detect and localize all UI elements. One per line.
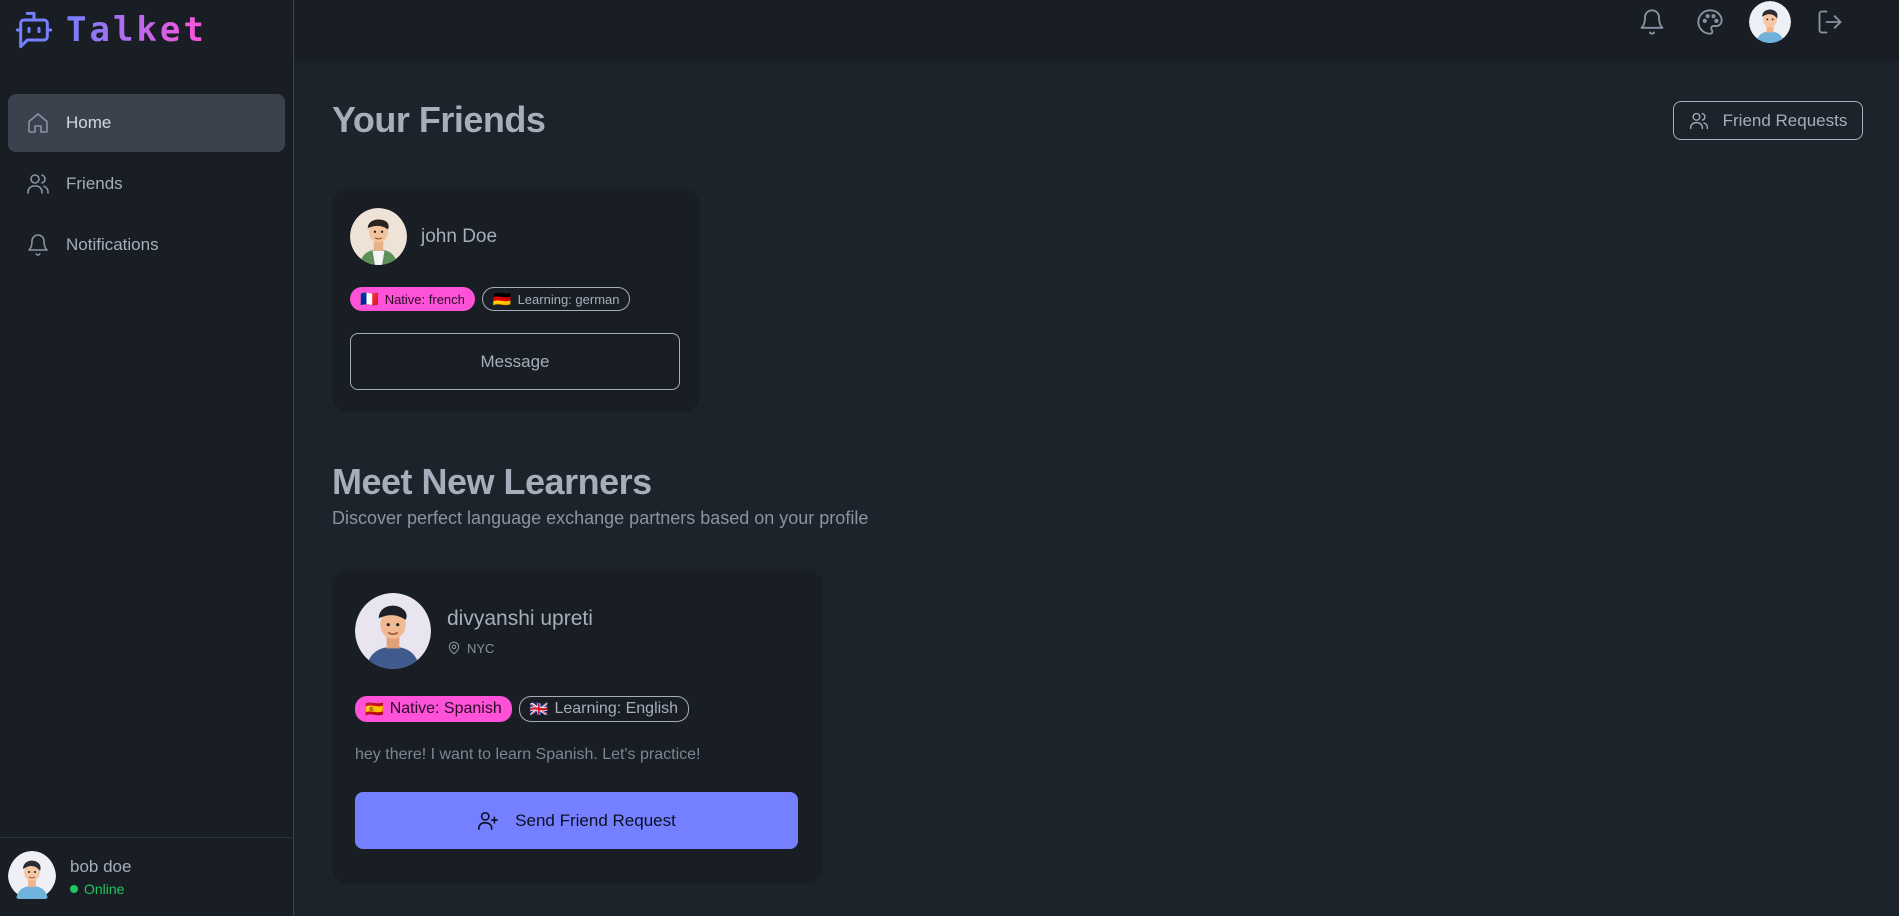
bell-icon [28, 234, 48, 256]
sidebar: Talket Home Friends Notifications bob do… [0, 0, 294, 916]
sidebar-item-label: Friends [66, 174, 123, 193]
profile-avatar[interactable] [1749, 0, 1791, 43]
learner-bio: hey there! I want to learn Spanish. Let'… [355, 746, 701, 763]
sidebar-item-notifications[interactable]: Notifications [8, 216, 285, 274]
brand-name: Talket [66, 10, 207, 50]
topbar-actions [1633, 0, 1849, 43]
user-plus-icon [478, 811, 499, 830]
native-language-badge: 🇪🇸 Native: Spanish [355, 696, 512, 722]
message-button[interactable]: Message [350, 333, 680, 390]
avatar [8, 850, 56, 904]
page-title: Your Friends [332, 99, 546, 140]
logout-icon [1818, 10, 1842, 33]
native-language-label: Native: french [384, 291, 465, 307]
sidebar-item-label: Home [66, 113, 112, 132]
language-badges: 🇫🇷 Native: french 🇩🇪 Learning: german [350, 287, 682, 311]
flag-fr-icon: 🇫🇷 [360, 291, 379, 308]
native-language-badge: 🇫🇷 Native: french [350, 287, 475, 311]
learner-info: divyanshi upreti NYC [447, 607, 593, 656]
sidebar-nav: Home Friends Notifications [0, 60, 293, 274]
language-badges: 🇪🇸 Native: Spanish 🇬🇧 Learning: English [355, 696, 799, 722]
map-pin-icon [448, 641, 460, 655]
theme-button[interactable] [1691, 3, 1729, 41]
online-dot-icon [70, 885, 78, 893]
main-content: Your Friends Friend Requests john Doe 🇫🇷… [332, 61, 1863, 884]
send-friend-request-label: Send Friend Request [515, 810, 676, 830]
home-icon [28, 113, 48, 133]
friend-requests-label: Friend Requests [1722, 110, 1848, 130]
friend-card: john Doe 🇫🇷 Native: french 🇩🇪 Learning: … [332, 189, 700, 412]
sidebar-item-label: Notifications [66, 235, 159, 254]
friends-header: Your Friends Friend Requests [332, 61, 1863, 161]
learner-name: divyanshi upreti [447, 606, 593, 630]
sidebar-item-friends[interactable]: Friends [8, 155, 285, 213]
learning-language-label: Learning: English [554, 700, 679, 717]
user-info: bob doe Online [70, 857, 131, 897]
friend-avatar [350, 208, 407, 265]
learner-header: divyanshi upreti NYC [355, 593, 799, 669]
learning-language-badge: 🇩🇪 Learning: german [481, 287, 631, 311]
flag-gb-icon: 🇬🇧 [529, 701, 549, 718]
notifications-button[interactable] [1633, 3, 1671, 41]
learners-subtitle: Discover perfect language exchange partn… [332, 508, 869, 528]
bell-icon [1640, 8, 1664, 35]
location-text: NYC [467, 640, 495, 656]
friend-header: john Doe [350, 208, 682, 265]
sidebar-item-home[interactable]: Home [8, 94, 285, 152]
current-user: bob doe Online [0, 837, 293, 916]
user-name: bob doe [70, 857, 132, 876]
learning-language-badge: 🇬🇧 Learning: English [518, 696, 690, 722]
bot-logo-icon [15, 11, 53, 49]
learner-location: NYC [447, 641, 593, 656]
flag-de-icon: 🇩🇪 [492, 291, 512, 308]
users-icon [27, 174, 49, 194]
user-status: Online [70, 881, 131, 897]
native-language-label: Native: Spanish [389, 700, 502, 717]
send-friend-request-button[interactable]: Send Friend Request [355, 792, 798, 849]
brand[interactable]: Talket [0, 0, 293, 60]
learner-card: divyanshi upreti NYC 🇪🇸 Native: Spanish … [332, 569, 822, 884]
learners-title: Meet New Learners [332, 461, 652, 502]
learner-avatar [355, 593, 431, 669]
users-icon [1689, 112, 1708, 129]
learning-language-label: Learning: german [517, 291, 620, 307]
friend-requests-button[interactable]: Friend Requests [1673, 101, 1863, 140]
topbar [295, 0, 1899, 61]
logout-button[interactable] [1811, 3, 1849, 41]
status-text: Online [84, 881, 125, 897]
flag-es-icon: 🇪🇸 [365, 701, 384, 718]
friend-name: john Doe [421, 225, 498, 247]
palette-icon [1697, 8, 1723, 35]
